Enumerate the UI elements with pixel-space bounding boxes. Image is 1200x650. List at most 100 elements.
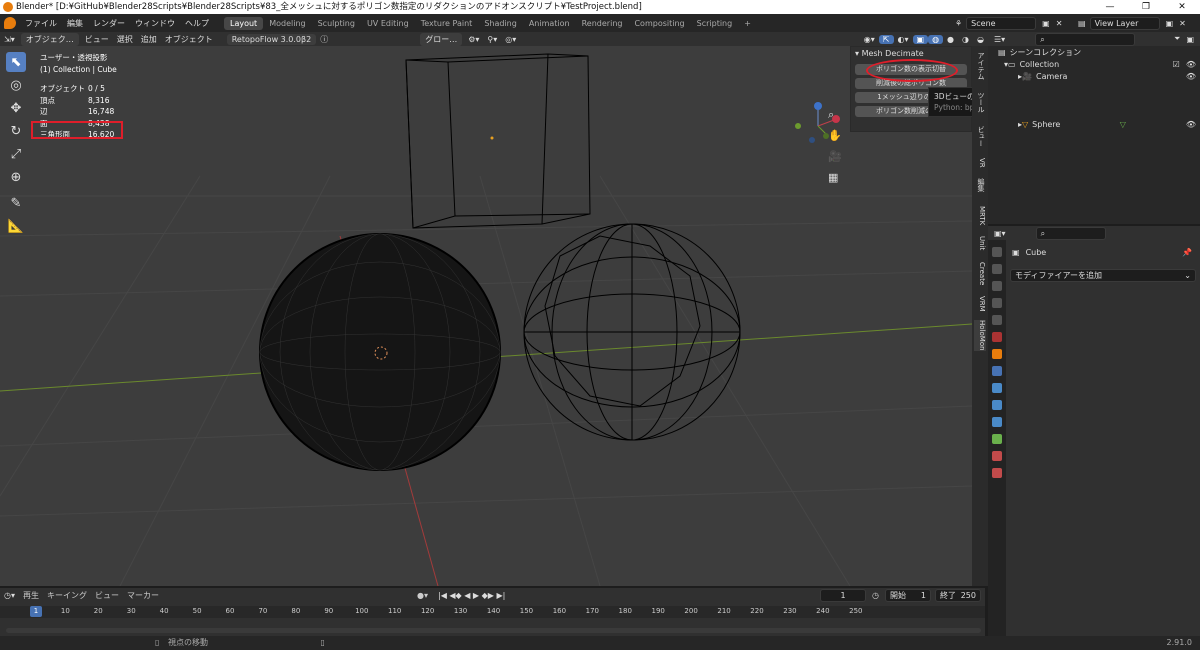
editor-type-icon[interactable]: ⇲▾ xyxy=(0,35,19,44)
tab-animation[interactable]: Animation xyxy=(523,17,576,30)
scale-tool-icon[interactable]: ⤢ xyxy=(6,144,26,164)
view-layer-tab-icon[interactable] xyxy=(992,298,1002,308)
close-icon[interactable]: ✕ xyxy=(1164,0,1200,14)
tab-compositing[interactable]: Compositing xyxy=(628,17,690,30)
tab-texture-paint[interactable]: Texture Paint xyxy=(415,17,479,30)
filter-icon[interactable]: ⏷ xyxy=(1174,34,1180,44)
tab-layout[interactable]: Layout xyxy=(224,16,264,30)
render-tab-icon[interactable] xyxy=(992,264,1002,274)
shading-solid-icon[interactable]: ● xyxy=(943,35,958,44)
shading-rendered-icon[interactable]: ◒ xyxy=(973,35,988,44)
sphere-row[interactable]: ▸ ▽ Sphere ▽ 👁 xyxy=(988,118,1200,130)
annotate-tool-icon[interactable]: ✎ xyxy=(6,193,26,213)
timeline-editor-icon[interactable]: ◷▾ xyxy=(4,591,15,600)
3d-viewport[interactable]: ⬉ ◎ ✥ ↻ ⤢ ⊕ ✎ 📐 ユーザー・透視投影 (1) Collection… xyxy=(0,46,972,586)
tab-view[interactable]: ビュー xyxy=(974,126,986,147)
pivot-icon[interactable]: ⚙▾ xyxy=(464,35,483,44)
collection-row[interactable]: ▾ ▭ Collection ☑ 👁 xyxy=(988,58,1200,70)
gizmo-icon[interactable]: ⇱ xyxy=(878,34,894,44)
particles-tab-icon[interactable] xyxy=(992,383,1002,393)
clock-icon[interactable]: ◷ xyxy=(872,591,879,600)
blender-menu-icon[interactable] xyxy=(4,17,16,29)
camera-row[interactable]: ▸ 🎥 Camera 👁 xyxy=(988,70,1200,82)
constraints-tab-icon[interactable] xyxy=(992,417,1002,427)
tab-shading[interactable]: Shading xyxy=(478,17,523,30)
mode-dropdown[interactable]: オブジェク… xyxy=(20,32,79,46)
new-collection-icon[interactable]: ▣ xyxy=(1186,35,1194,44)
tab-tool[interactable]: ツール xyxy=(974,92,986,113)
tool-tab-icon[interactable] xyxy=(992,247,1002,257)
delete-view-layer-icon[interactable]: ✕ xyxy=(1179,19,1186,28)
delete-scene-icon[interactable]: ✕ xyxy=(1056,19,1063,28)
checkbox-icon[interactable]: ☑ xyxy=(1173,60,1180,69)
scene-collection-row[interactable]: ▤ シーンコレクション xyxy=(988,46,1200,58)
menu-timeline-view[interactable]: ビュー xyxy=(95,590,119,601)
menu-object[interactable]: オブジェクト xyxy=(161,34,217,45)
retopoflow-menu[interactable]: RetopoFlow 3.0.0β2 xyxy=(226,33,317,45)
minimize-icon[interactable]: — xyxy=(1092,0,1128,14)
tab-holomon[interactable]: HoloMon xyxy=(974,320,986,351)
view-layer-field[interactable]: View Layer xyxy=(1089,16,1160,30)
world-tab-icon[interactable] xyxy=(992,332,1002,342)
visibility-icon[interactable]: ◉▾ xyxy=(860,35,879,44)
outliner-search-input[interactable]: ⌕ xyxy=(1035,32,1136,46)
playback-controls[interactable]: |◀ ◀◆ ◀ ▶ ◆▶ ▶| xyxy=(438,591,505,600)
properties-search-input[interactable]: ⌕ xyxy=(1035,226,1106,240)
start-frame-field[interactable]: 開始 1 xyxy=(885,589,931,602)
shading-material-icon[interactable]: ◑ xyxy=(958,35,973,44)
menu-view[interactable]: ビュー xyxy=(81,34,113,45)
snap-icon[interactable]: ⚲▾ xyxy=(483,35,501,44)
eye-icon[interactable]: 👁 xyxy=(1186,120,1196,129)
tab-vr[interactable]: VR xyxy=(974,158,986,168)
record-icon[interactable]: ●▾ xyxy=(417,591,428,600)
copy-view-layer-icon[interactable]: ▣ xyxy=(1166,19,1174,28)
transform-tool-icon[interactable]: ⊕ xyxy=(6,167,26,187)
menu-help[interactable]: ヘルプ xyxy=(180,18,214,29)
camera-view-icon[interactable]: 🎥 xyxy=(828,146,842,167)
xray-icon[interactable]: ▣ xyxy=(912,34,929,44)
tab-edit[interactable]: 編集 xyxy=(974,178,986,192)
current-frame-field[interactable]: 1 xyxy=(820,589,867,602)
overlay-icon[interactable]: ◐▾ xyxy=(894,35,913,44)
data-tab-icon[interactable] xyxy=(992,434,1002,444)
object-tab-icon[interactable] xyxy=(992,349,1002,359)
add-modifier-dropdown[interactable]: モディファイアーを追加 ⌄ xyxy=(1010,269,1196,282)
select-box-tool-icon[interactable]: ⬉ xyxy=(6,52,26,72)
tab-create[interactable]: Create xyxy=(974,262,986,285)
tab-mrtk[interactable]: MRTK xyxy=(974,206,986,225)
tab-uv-editing[interactable]: UV Editing xyxy=(361,17,415,30)
menu-edit[interactable]: 編集 xyxy=(62,18,88,29)
menu-window[interactable]: ウィンドウ xyxy=(130,18,180,29)
transform-orientation-dropdown[interactable]: グロー… xyxy=(420,32,463,46)
physics-tab-icon[interactable] xyxy=(992,400,1002,410)
material-tab-icon[interactable] xyxy=(992,451,1002,461)
maximize-icon[interactable]: ❐ xyxy=(1128,0,1164,14)
eye-icon[interactable]: 👁 xyxy=(1186,72,1196,81)
texture-tab-icon[interactable] xyxy=(992,468,1002,478)
pan-hand-icon[interactable]: ✋ xyxy=(828,125,842,146)
perspective-grid-icon[interactable]: ▦ xyxy=(828,167,842,188)
menu-file[interactable]: ファイル xyxy=(20,18,62,29)
menu-marker[interactable]: マーカー xyxy=(127,590,159,601)
frame-ruler[interactable]: 1102030405060708090100110120130140150160… xyxy=(0,606,985,618)
scene-field[interactable]: Scene xyxy=(966,16,1037,30)
add-workspace-button[interactable]: + xyxy=(738,17,757,30)
menu-render[interactable]: レンダー xyxy=(88,18,130,29)
menu-select[interactable]: 選択 xyxy=(113,34,137,45)
end-frame-field[interactable]: 終了 250 xyxy=(935,589,981,602)
copy-scene-icon[interactable]: ▣ xyxy=(1042,19,1050,28)
modifier-tab-icon[interactable] xyxy=(992,366,1002,376)
menu-add[interactable]: 追加 xyxy=(137,34,161,45)
proportional-edit-icon[interactable]: ◎▾ xyxy=(501,35,520,44)
tab-sculpting[interactable]: Sculpting xyxy=(312,17,361,30)
scene-tab-icon[interactable] xyxy=(992,315,1002,325)
tab-unit[interactable]: Unit xyxy=(974,236,986,250)
tab-modeling[interactable]: Modeling xyxy=(263,17,311,30)
properties-editor-icon[interactable]: ▣▾ xyxy=(994,229,1006,238)
eye-icon[interactable]: 👁 xyxy=(1186,60,1196,69)
tab-rendering[interactable]: Rendering xyxy=(576,17,629,30)
current-frame-indicator[interactable]: 1 xyxy=(30,606,42,617)
help-icon[interactable]: ⓘ xyxy=(320,34,328,45)
timeline-scrollbar[interactable] xyxy=(6,628,981,633)
menu-keying[interactable]: キーイング xyxy=(47,590,87,601)
